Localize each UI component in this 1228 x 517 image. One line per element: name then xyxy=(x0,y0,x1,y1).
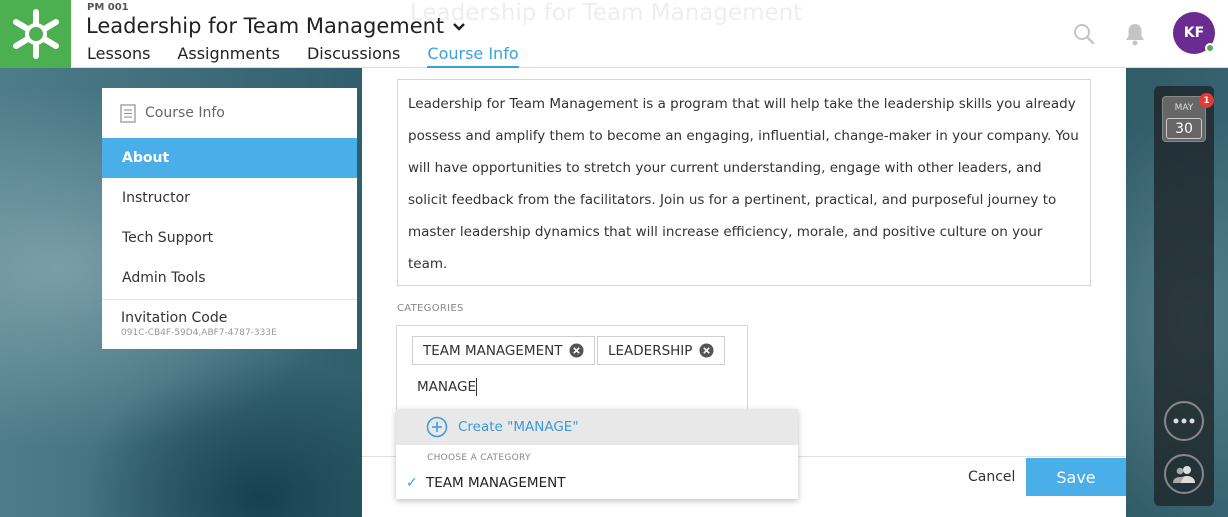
sidebar-item-tech-support[interactable]: Tech Support xyxy=(102,218,357,258)
text-caret xyxy=(475,378,477,396)
invitation-code-value: 091C-CB4F-59D4,ABF7-4787-333E xyxy=(121,328,277,338)
ghost-page-title: Leadership for Team Management xyxy=(410,0,803,26)
course-title[interactable]: Leadership for Team Management xyxy=(86,14,444,38)
choose-category-heading: CHOOSE A CATEGORY xyxy=(427,453,531,463)
people-icon xyxy=(1173,466,1195,483)
course-info-sidebar: Course Info About Instructor Tech Suppor… xyxy=(102,88,357,349)
category-dropdown: Create "MANAGE" CHOOSE A CATEGORY ✓ TEAM… xyxy=(396,409,798,499)
chevron-down-icon[interactable] xyxy=(452,22,466,32)
course-code: PM 001 xyxy=(87,2,129,13)
plus-circle-icon xyxy=(426,416,448,438)
sidebar-item-admin-tools[interactable]: Admin Tools xyxy=(102,258,357,298)
check-icon: ✓ xyxy=(406,475,418,491)
more-dots-icon xyxy=(1173,418,1195,424)
create-category-label: Create "MANAGE" xyxy=(458,419,579,435)
category-search-text[interactable]: MANAGE xyxy=(417,378,477,396)
tab-lessons[interactable]: Lessons xyxy=(87,44,150,68)
category-chip: LEADERSHIP xyxy=(597,336,726,365)
dropdown-option-team-management[interactable]: ✓ TEAM MANAGEMENT xyxy=(396,469,798,497)
right-rail: MAY 30 1 xyxy=(1154,86,1214,506)
tab-discussions[interactable]: Discussions xyxy=(307,44,400,68)
category-chip: TEAM MANAGEMENT xyxy=(412,336,596,365)
category-chip-label: LEADERSHIP xyxy=(608,342,693,359)
remove-circle-icon[interactable] xyxy=(699,343,714,358)
app-logo[interactable] xyxy=(0,0,71,68)
remove-circle-icon[interactable] xyxy=(569,343,584,358)
online-status-dot xyxy=(1205,43,1215,53)
calendar-month: MAY xyxy=(1174,103,1194,113)
invitation-code-section: Invitation Code 091C-CB4F-59D4,ABF7-4787… xyxy=(102,299,357,350)
categories-input[interactable]: TEAM MANAGEMENT LEADERSHIP MANAGE xyxy=(396,325,748,415)
tab-course-info[interactable]: Course Info xyxy=(427,44,519,68)
course-nav: Lessons Assignments Discussions Course I… xyxy=(87,44,546,68)
dropdown-option-label: TEAM MANAGEMENT xyxy=(426,475,566,491)
sidebar-item-instructor[interactable]: Instructor xyxy=(102,178,357,218)
search-icon[interactable] xyxy=(1073,23,1095,45)
calendar-badge: 1 xyxy=(1199,93,1214,108)
category-chip-label: TEAM MANAGEMENT xyxy=(423,342,563,359)
document-icon xyxy=(120,103,136,123)
invitation-code-label: Invitation Code xyxy=(121,310,228,326)
cancel-button[interactable]: Cancel xyxy=(968,469,1015,485)
create-category-option[interactable]: Create "MANAGE" xyxy=(396,409,798,445)
calendar-day: 30 xyxy=(1166,118,1202,139)
logo-icon xyxy=(13,9,59,59)
top-header: Leadership for Team Management PM 001 Le… xyxy=(0,0,1228,68)
bell-icon[interactable] xyxy=(1123,22,1147,46)
categories-label: CATEGORIES xyxy=(397,303,464,314)
sidebar-heading: Course Info xyxy=(102,88,357,138)
description-textarea[interactable]: Leadership for Team Management is a prog… xyxy=(397,79,1091,286)
sidebar-item-about[interactable]: About xyxy=(102,138,357,178)
people-button[interactable] xyxy=(1164,454,1204,494)
sidebar-heading-label: Course Info xyxy=(145,105,225,121)
tab-assignments[interactable]: Assignments xyxy=(177,44,280,68)
save-button[interactable]: Save xyxy=(1026,458,1126,496)
more-options-button[interactable] xyxy=(1164,401,1204,441)
typed-value: MANAGE xyxy=(417,379,476,395)
